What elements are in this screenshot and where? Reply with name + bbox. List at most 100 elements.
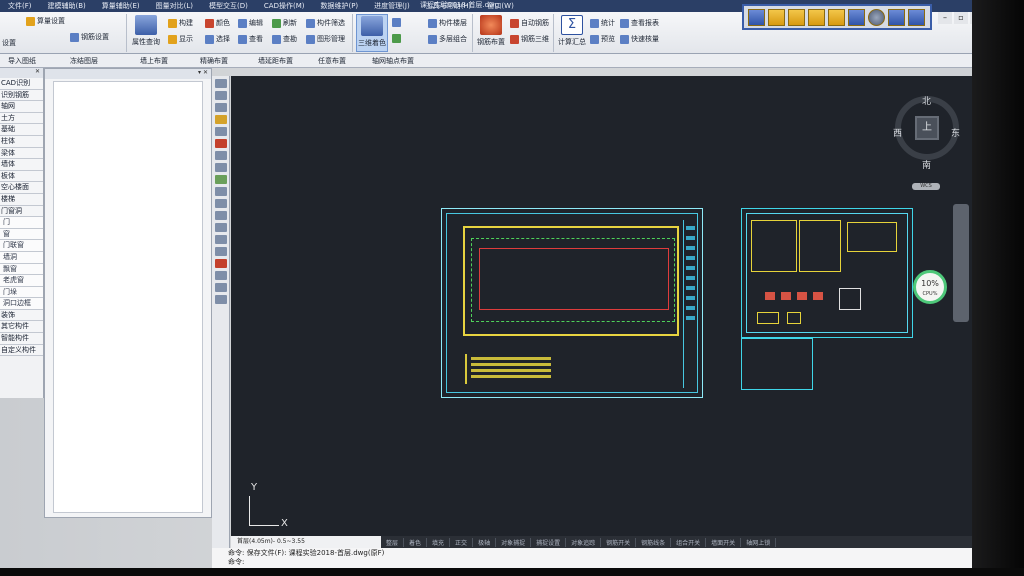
explode-icon[interactable]	[214, 283, 227, 292]
orbit-view-button[interactable]	[392, 34, 401, 43]
component-filter-button[interactable]: 构件筛选	[306, 18, 345, 28]
wcs-menu[interactable]: WCS	[912, 183, 940, 190]
statistics-button[interactable]: 统计	[590, 18, 615, 28]
nav-item-slab[interactable]: 板体	[0, 170, 43, 183]
restore-icon[interactable]: ▫	[954, 12, 968, 24]
toggle-polar[interactable]: 极轴	[473, 537, 497, 547]
inspect-button[interactable]: 查勘	[272, 34, 297, 44]
view-button[interactable]: 查看	[238, 34, 263, 44]
toggle-combine[interactable]: 组合开关	[671, 537, 707, 547]
toggle-axis-lock[interactable]: 轴网上锁	[741, 537, 777, 547]
menu-data-maintenance[interactable]: 数据维护(P)	[312, 0, 366, 12]
import-drawing-button[interactable]: 导入图纸	[8, 56, 36, 66]
layout-icon[interactable]	[788, 8, 805, 26]
grid-icon[interactable]	[748, 8, 765, 26]
nav-item-smart-components[interactable]: 智能构件	[0, 333, 43, 345]
axis-point-place-button[interactable]: 轴网轴点布置	[372, 56, 414, 66]
refresh-button[interactable]: 刷新	[272, 18, 297, 28]
erase-icon[interactable]	[214, 139, 227, 148]
network-icon[interactable]	[888, 8, 905, 26]
draw-polyline-icon[interactable]	[214, 91, 227, 100]
toggle-snap-settings[interactable]: 捕捉设置	[531, 537, 567, 547]
detail-sheet[interactable]	[741, 208, 913, 338]
draw-line-icon[interactable]	[214, 79, 227, 88]
free-place-button[interactable]: 任意布置	[318, 56, 346, 66]
toggle-object-track[interactable]: 对象追踪	[566, 537, 602, 547]
command-line[interactable]: 命令: 保存文件(F): 课程实验2018-首层.dwg(原F) 命令:	[212, 548, 972, 568]
nav-item-custom-components[interactable]: 自定义构件	[0, 344, 43, 357]
drawing-manager-button[interactable]: 图形管理	[306, 34, 345, 44]
mirror-icon[interactable]	[214, 163, 227, 172]
toggle-whole-floor[interactable]: 整层	[381, 537, 405, 547]
nav-item-hollow-floor[interactable]: 空心楼面	[0, 182, 43, 194]
stretch-icon[interactable]	[214, 223, 227, 232]
fillet-icon[interactable]	[214, 271, 227, 280]
multi-floor-combine-button[interactable]: 多层组合	[428, 34, 467, 44]
move-icon[interactable]	[214, 187, 227, 196]
display-button[interactable]: 显示	[168, 34, 193, 44]
current-floor-selector[interactable]: 首层(4.05m)- 0.5~3.55	[231, 536, 381, 548]
globe-icon[interactable]	[868, 8, 885, 26]
trim-icon[interactable]	[214, 235, 227, 244]
nav-item-rebar-recognition[interactable]: 识别钢筋	[0, 89, 43, 102]
nav-item-column[interactable]: 柱体	[0, 135, 43, 148]
quick-check-button[interactable]: 快速核量	[620, 34, 659, 44]
break-icon[interactable]	[214, 259, 227, 268]
rotate-icon[interactable]	[214, 199, 227, 208]
nav-item-other-components[interactable]: 其它构件	[0, 321, 43, 334]
blank-sheet[interactable]	[741, 338, 813, 390]
attribute-query-button[interactable]: 属性查询	[130, 14, 162, 52]
measure-icon[interactable]	[214, 295, 227, 304]
nav-item-beam[interactable]: 梁体	[0, 147, 43, 160]
nav-subitem-window[interactable]: 窗	[0, 228, 43, 241]
viewcube-top-face[interactable]: 上	[915, 116, 939, 140]
toggle-rebar-lines[interactable]: 钢筋线条	[636, 537, 672, 547]
hatch-icon[interactable]	[214, 115, 227, 124]
nav-close-icon[interactable]: ✕	[0, 68, 43, 78]
menu-quantity-assist[interactable]: 算量辅助(E)	[94, 0, 148, 12]
floor-plan-sheet[interactable]	[441, 208, 703, 398]
draw-rect-icon[interactable]	[214, 103, 227, 112]
nav-item-stairs[interactable]: 楼梯	[0, 193, 43, 206]
layout-icon[interactable]	[808, 8, 825, 26]
toggle-rebar[interactable]: 钢筋开关	[601, 537, 637, 547]
toggle-wall-face[interactable]: 墙面开关	[706, 537, 742, 547]
menu-file[interactable]: 文件(F)	[0, 0, 40, 12]
rotate-view-button[interactable]	[392, 18, 401, 27]
component-floors-button[interactable]: 构件楼层	[428, 18, 467, 28]
nav-subitem-door[interactable]: 门	[0, 217, 43, 229]
auto-rebar-button[interactable]: 自动钢筋	[510, 18, 549, 28]
nav-item-cad-recognition[interactable]: CAD识别	[0, 78, 43, 90]
toggle-fill[interactable]: 填充	[427, 537, 451, 547]
menu-drawing-compare[interactable]: 图量对比(L)	[148, 0, 201, 12]
nav-item-wall[interactable]: 墙体	[0, 159, 43, 171]
nav-subitem-wall-opening[interactable]: 墙洞	[0, 251, 43, 264]
quantity-settings-button[interactable]: 算量设置	[26, 16, 65, 26]
nav-item-earthwork[interactable]: 土方	[0, 112, 43, 125]
rebar-settings-button[interactable]: 钢筋设置	[70, 32, 109, 42]
calculate-summary-button[interactable]: Σ 计算汇总	[556, 14, 588, 52]
wall-place-button[interactable]: 墙上布置	[140, 56, 168, 66]
nav-subitem-dormer[interactable]: 老虎窗	[0, 275, 43, 287]
nav-item-doors-windows[interactable]: 门窗洞	[0, 205, 43, 218]
layout-icon[interactable]	[828, 8, 845, 26]
toggle-object-snap[interactable]: 对象捕捉	[496, 537, 532, 547]
component-list[interactable]	[53, 81, 203, 513]
nav-subitem-opening-frame[interactable]: 洞口边框	[0, 298, 43, 310]
color-button[interactable]: 颜色	[205, 18, 230, 28]
offset-icon[interactable]	[214, 175, 227, 184]
navigation-bar[interactable]	[953, 204, 969, 322]
menu-modeling-assist[interactable]: 建模辅助(B)	[40, 0, 94, 12]
edit-button[interactable]: 编辑	[238, 18, 263, 28]
menu-model-exchange[interactable]: 模型交互(D)	[201, 0, 256, 12]
toggle-shading[interactable]: 着色	[404, 537, 428, 547]
nav-item-axis-grid[interactable]: 轴网	[0, 101, 43, 113]
extend-icon[interactable]	[214, 247, 227, 256]
nav-subitem-door-window[interactable]: 门联窗	[0, 240, 43, 252]
nav-subitem-door-stack[interactable]: 门垛	[0, 286, 43, 299]
settings-button[interactable]: 设置	[2, 38, 16, 48]
minimize-icon[interactable]: –	[938, 12, 952, 24]
nav-item-decoration[interactable]: 装饰	[0, 309, 43, 322]
wall-offset-place-button[interactable]: 墙延距布置	[258, 56, 293, 66]
freeze-layer-button[interactable]: 冻结图层	[70, 56, 98, 66]
